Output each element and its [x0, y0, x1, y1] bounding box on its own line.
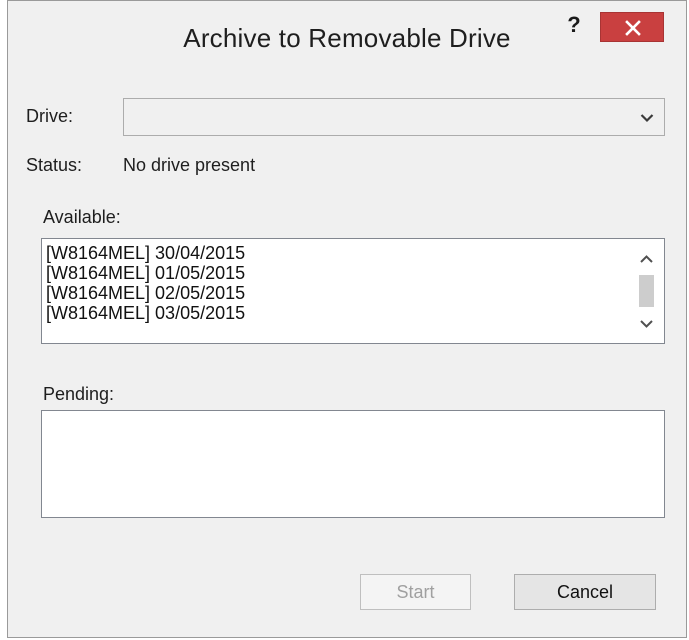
list-item[interactable]: [W8164MEL] 03/05/2015	[46, 303, 245, 323]
list-item[interactable]: [W8164MEL] 30/04/2015	[46, 243, 245, 263]
close-button[interactable]	[600, 12, 664, 42]
available-list[interactable]: [W8164MEL] 30/04/2015 [W8164MEL] 01/05/2…	[41, 238, 665, 344]
chevron-down-icon[interactable]	[639, 319, 654, 329]
drive-dropdown[interactable]	[123, 98, 665, 136]
available-label: Available:	[43, 207, 121, 227]
title-bar: Archive to Removable Drive ?	[8, 1, 686, 73]
pending-label: Pending:	[43, 384, 115, 404]
drive-label: Drive:	[26, 106, 74, 126]
close-icon	[625, 20, 641, 36]
cancel-button[interactable]: Cancel	[514, 574, 656, 610]
chevron-down-icon	[640, 114, 654, 123]
chevron-up-icon[interactable]	[639, 254, 654, 264]
list-item[interactable]: [W8164MEL] 01/05/2015	[46, 263, 245, 283]
pending-list[interactable]	[41, 410, 665, 518]
scrollbar-thumb[interactable]	[639, 275, 654, 307]
list-item[interactable]: [W8164MEL] 02/05/2015	[46, 283, 245, 303]
start-button[interactable]: Start	[360, 574, 471, 610]
archive-dialog: Archive to Removable Drive ? Drive: Stat…	[7, 0, 687, 638]
available-scrollbar[interactable]	[630, 239, 664, 343]
status-value: No drive present	[123, 155, 256, 175]
status-label: Status:	[26, 155, 83, 175]
help-button[interactable]: ?	[561, 11, 587, 39]
